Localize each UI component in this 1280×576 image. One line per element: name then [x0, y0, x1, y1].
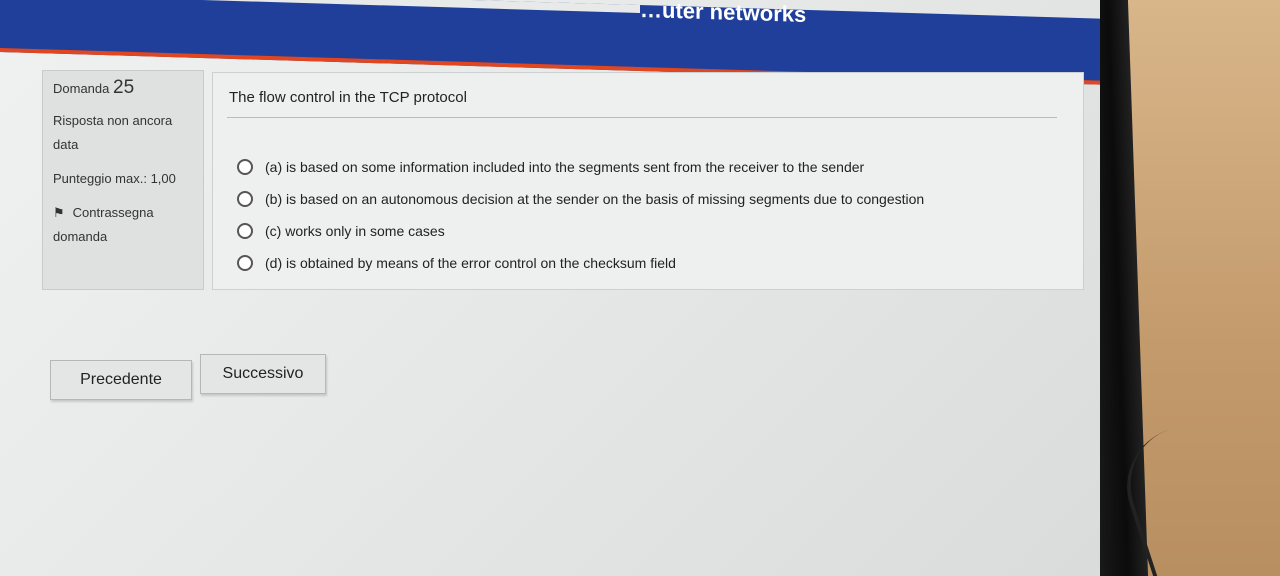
answer-label-d: (d) is obtained by means of the error co… [265, 255, 676, 271]
radio-button-a[interactable] [237, 159, 253, 175]
answer-option-d[interactable]: (d) is obtained by means of the error co… [237, 247, 924, 279]
question-divider [227, 117, 1057, 118]
radio-button-d[interactable] [237, 255, 253, 271]
max-score-value: 1,00 [150, 171, 176, 186]
answer-label-a: (a) is based on some information include… [265, 159, 865, 175]
answer-label-b: (b) is based on an autonomous decision a… [265, 191, 925, 207]
site-title: …uter networks [640, 0, 807, 27]
question-number: Domanda 25 [53, 77, 193, 99]
flag-icon: ⚑ [53, 205, 65, 220]
header-left-area [0, 0, 640, 13]
next-button[interactable]: Successivo [200, 354, 326, 394]
radio-button-b[interactable] [237, 191, 253, 207]
max-score: Punteggio max.: 1,00 [53, 167, 193, 191]
previous-button[interactable]: Precedente [50, 360, 192, 400]
answer-option-b[interactable]: (b) is based on an autonomous decision a… [237, 183, 924, 215]
screen: …uter networks Domanda 25 Risposta non a… [0, 0, 1100, 576]
answer-list: (a) is based on some information include… [237, 151, 924, 279]
answer-option-a[interactable]: (a) is based on some information include… [237, 151, 924, 183]
flag-question-link[interactable]: ⚑ Contrassegna domanda [53, 201, 193, 249]
question-info-panel: Domanda 25 Risposta non ancora data Punt… [42, 70, 204, 290]
answer-label-c: (c) works only in some cases [265, 223, 445, 239]
radio-button-c[interactable] [237, 223, 253, 239]
max-score-label: Punteggio max.: [53, 171, 147, 186]
question-number-value: 25 [113, 77, 135, 98]
question-text: The flow control in the TCP protocol [229, 89, 467, 106]
flag-question-label: Contrassegna domanda [53, 205, 154, 244]
answer-option-c[interactable]: (c) works only in some cases [237, 215, 924, 247]
answer-status: Risposta non ancora data [53, 113, 173, 152]
question-content: The flow control in the TCP protocol (a)… [212, 72, 1084, 290]
question-label: Domanda [53, 81, 110, 96]
